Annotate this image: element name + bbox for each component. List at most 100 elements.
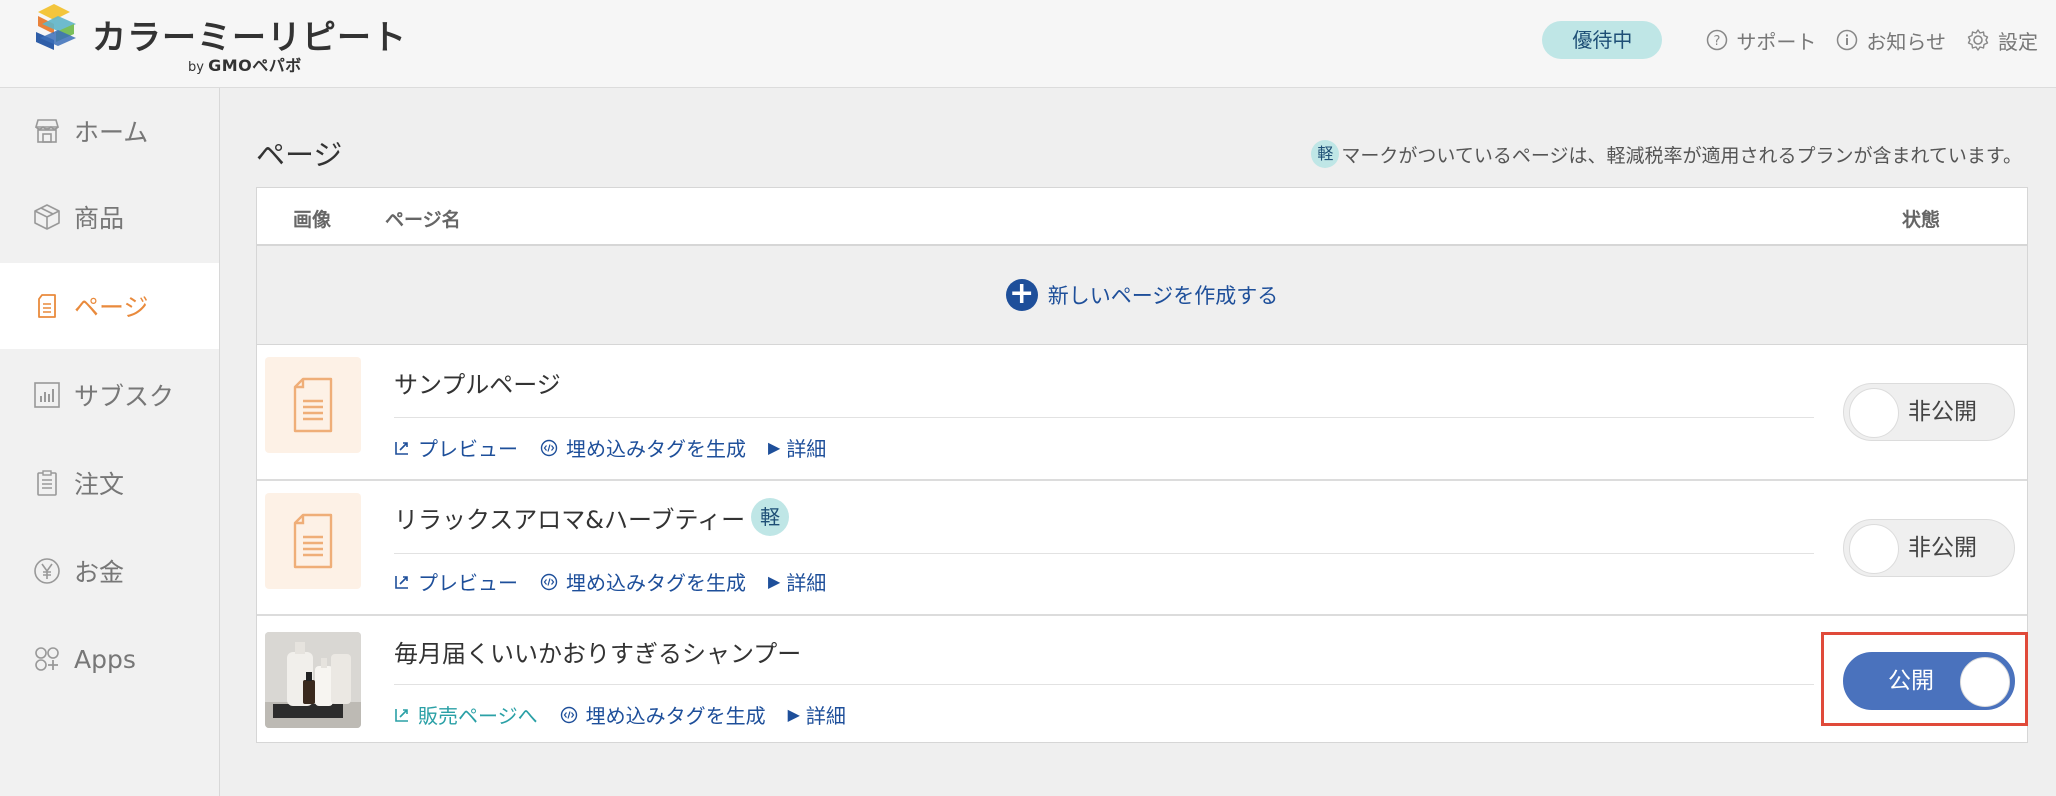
code-circle-icon (540, 573, 558, 590)
page-icon (38, 294, 56, 318)
settings-link[interactable]: 設定 (1966, 26, 2038, 55)
reduced-tax-notice-text: マークがついているページは、軽減税率が適用されるプランが含まれています。 (1341, 144, 2022, 167)
reduced-tax-notice: 軽 マークがついているページは、軽減税率が適用されるプランが含まれています。 (1311, 140, 2022, 168)
highlight-box (1821, 632, 2028, 726)
sidebar: ホーム 商品 ページ サブスク 注文 お金 Apps (0, 88, 220, 796)
shampoo-bottles-image (265, 632, 361, 728)
embed-tag-link-label: 埋め込みタグを生成 (566, 437, 746, 461)
reduced-tax-badge: 軽 (1311, 140, 1340, 168)
support-link[interactable]: ? サポート (1706, 26, 1816, 55)
store-icon (34, 119, 60, 143)
external-link-icon (395, 708, 408, 722)
page-title-link[interactable]: 毎月届くいいかおりすぎるシャンプー (394, 634, 801, 669)
sidebar-item-pages-label: ページ (74, 293, 149, 322)
triangle-right-icon: ▶ (768, 572, 781, 591)
logo[interactable]: カラーミーリピート by GMOペパボ (30, 2, 406, 82)
details-link[interactable]: ▶ 詳細 (768, 433, 826, 462)
table-header: 画像 ページ名 状態 (257, 188, 2027, 246)
preview-link-label: プレビュー (418, 437, 518, 461)
details-link-label: 詳細 (805, 704, 846, 728)
embed-tag-link-label: 埋め込みタグを生成 (585, 704, 766, 728)
embed-tag-link-label: 埋め込みタグを生成 (566, 571, 746, 595)
document-icon (293, 513, 333, 569)
sidebar-item-apps-label: Apps (74, 644, 136, 674)
sidebar-item-orders[interactable]: 注文 (0, 440, 219, 526)
details-link[interactable]: ▶ 詳細 (788, 700, 846, 729)
sales-page-link[interactable]: 販売ページへ (394, 700, 538, 729)
details-link-label: 詳細 (786, 571, 827, 595)
column-header-page-name: ページ名 (385, 209, 461, 231)
preview-link[interactable]: プレビュー (394, 567, 518, 596)
triangle-right-icon: ▶ (768, 438, 781, 457)
publish-toggle[interactable]: 非公開 (1843, 519, 2015, 577)
sales-page-link-label: 販売ページへ (418, 704, 538, 728)
settings-link-label: 設定 (1998, 29, 2038, 54)
page-title: ページ (256, 138, 343, 172)
page-thumbnail[interactable] (265, 357, 361, 453)
publish-toggle[interactable]: 非公開 (1843, 383, 2015, 441)
create-page-row: + 新しいページを作成する (257, 246, 2027, 345)
product-image[interactable] (265, 632, 361, 728)
header-right: 優待中 ? サポート お知らせ 設定 (1542, 20, 2038, 60)
column-header-image: 画像 (293, 209, 332, 231)
embed-tag-link[interactable]: 埋め込みタグを生成 (540, 433, 746, 462)
page-name: 毎月届くいいかおりすぎるシャンプー (394, 640, 802, 668)
logo-company-text: GMOペパボ (208, 56, 302, 75)
embed-tag-link[interactable]: 埋め込みタグを生成 (560, 700, 766, 729)
preview-link[interactable]: プレビュー (394, 433, 518, 462)
row-divider (394, 684, 1814, 685)
question-circle-icon: ? (1707, 29, 1728, 51)
logo-by-text: by (188, 60, 204, 75)
column-header-status: 状態 (1902, 209, 1941, 231)
support-link-label: サポート (1736, 29, 1817, 54)
yen-icon (34, 558, 60, 584)
premium-status-badge[interactable]: 優待中 (1542, 21, 1663, 59)
sidebar-item-orders-label: 注文 (74, 470, 125, 499)
sidebar-item-products-label: 商品 (74, 204, 125, 233)
page-title-link[interactable]: サンプルページ (394, 365, 561, 400)
row-actions: プレビュー 埋め込みタグを生成 ▶ 詳細 (394, 433, 848, 462)
apps-icon (35, 647, 59, 671)
bar-chart-icon (34, 382, 60, 408)
row-divider (394, 417, 1814, 418)
logo-company: by GMOペパボ (188, 52, 302, 76)
table-row: 毎月届くいいかおりすぎるシャンプー 販売ページへ 埋め込みタグを生成 ▶ 詳細 … (257, 616, 2027, 742)
sidebar-item-pages[interactable]: ページ (0, 263, 219, 349)
sidebar-item-apps[interactable]: Apps (0, 616, 219, 702)
table-row: リラックスアロマ&ハーブティー 軽 プレビュー 埋め込みタグを生成 ▶ 詳細 非… (257, 481, 2027, 616)
row-actions: プレビュー 埋め込みタグを生成 ▶ 詳細 (394, 567, 848, 596)
page-name: リラックスアロマ&ハーブティー (394, 505, 746, 534)
toggle-status-label: 非公開 (1908, 535, 1977, 561)
news-link-label: お知らせ (1866, 29, 1946, 54)
sidebar-item-money[interactable]: お金 (0, 528, 219, 614)
external-link-icon (395, 575, 408, 589)
table-row: サンプルページ プレビュー 埋め込みタグを生成 ▶ 詳細 非公開 (257, 345, 2027, 481)
sidebar-item-money-label: お金 (74, 558, 125, 587)
box-icon (34, 204, 60, 230)
page-thumbnail[interactable] (265, 493, 361, 589)
toggle-status-label: 非公開 (1908, 399, 1977, 425)
app-header: カラーミーリピート by GMOペパボ 優待中 ? サポート お知らせ 設定 (0, 0, 2056, 88)
info-circle-icon (1837, 29, 1858, 51)
sidebar-item-subscriptions-label: サブスク (74, 382, 175, 411)
sidebar-item-subscriptions[interactable]: サブスク (0, 352, 219, 438)
clipboard-icon (37, 470, 57, 496)
embed-tag-link[interactable]: 埋め込みタグを生成 (540, 567, 746, 596)
row-actions: 販売ページへ 埋め込みタグを生成 ▶ 詳細 (394, 700, 868, 729)
create-page-button[interactable]: + 新しいページを作成する (1005, 279, 1279, 311)
sidebar-item-home[interactable]: ホーム (0, 88, 219, 174)
page-name: サンプルページ (394, 371, 561, 399)
sidebar-item-home-label: ホーム (74, 118, 149, 147)
create-page-label: 新しいページを作成する (1047, 284, 1279, 308)
page-title-link[interactable]: リラックスアロマ&ハーブティー 軽 (394, 498, 791, 536)
document-icon (293, 377, 333, 433)
details-link[interactable]: ▶ 詳細 (768, 567, 826, 596)
details-link-label: 詳細 (786, 437, 827, 461)
toggle-knob (1849, 388, 1899, 438)
reduced-tax-badge: 軽 (751, 498, 790, 536)
code-circle-icon (540, 439, 558, 456)
sidebar-item-products[interactable]: 商品 (0, 174, 219, 260)
external-link-icon (395, 441, 408, 455)
code-circle-icon (560, 706, 577, 723)
news-link[interactable]: お知らせ (1836, 26, 1946, 55)
